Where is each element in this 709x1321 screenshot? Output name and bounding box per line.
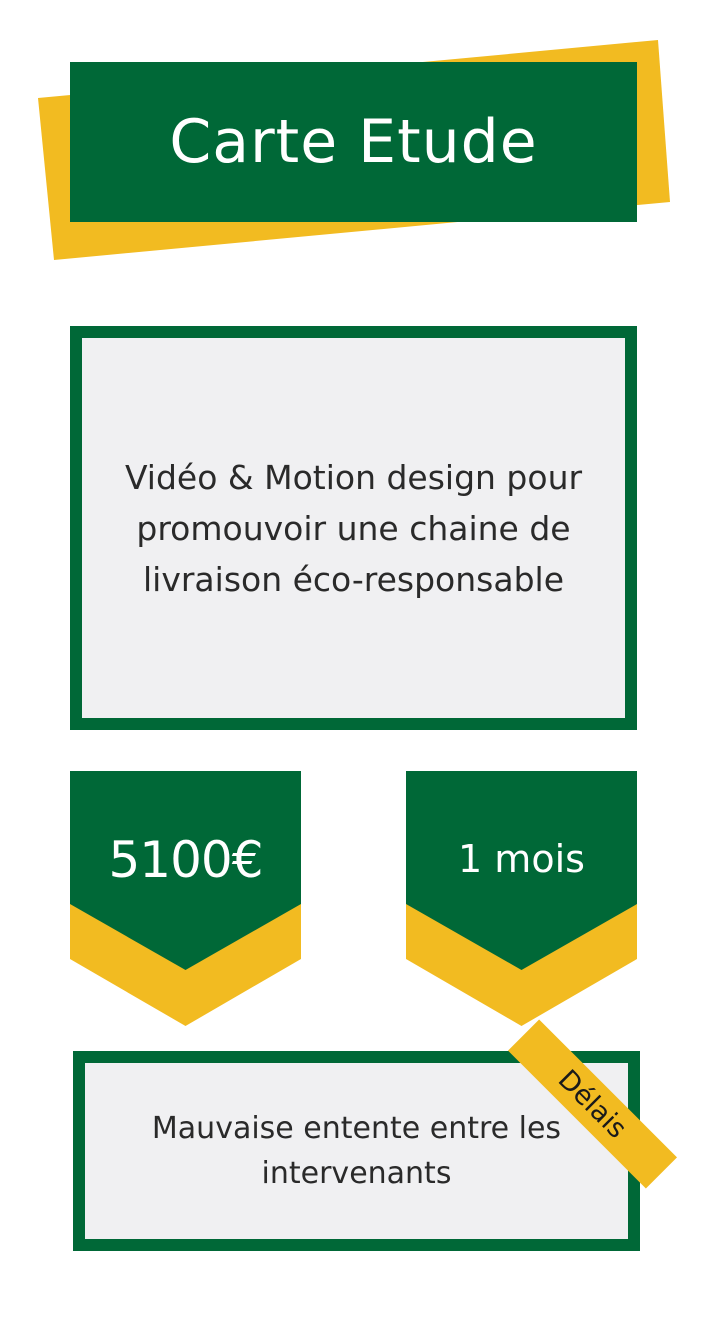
duration-badge-shape bbox=[406, 771, 637, 1026]
duration-badge: 1 mois bbox=[406, 771, 637, 1027]
price-badge-shape bbox=[70, 771, 301, 1026]
page-title: Carte Etude bbox=[169, 107, 538, 177]
duration-value: 1 mois bbox=[458, 837, 585, 881]
description-panel: Vidéo & Motion design pour promouvoir un… bbox=[70, 326, 637, 730]
risk-tag-container: Délais bbox=[508, 1019, 677, 1189]
risk-tag: Délais bbox=[508, 1019, 677, 1189]
description-text: Vidéo & Motion design pour promouvoir un… bbox=[124, 457, 583, 599]
price-value: 5100€ bbox=[108, 831, 263, 889]
risk-tag-label: Délais bbox=[552, 1063, 633, 1145]
title-banner: Carte Etude bbox=[70, 62, 637, 222]
price-badge: 5100€ bbox=[70, 771, 301, 1027]
